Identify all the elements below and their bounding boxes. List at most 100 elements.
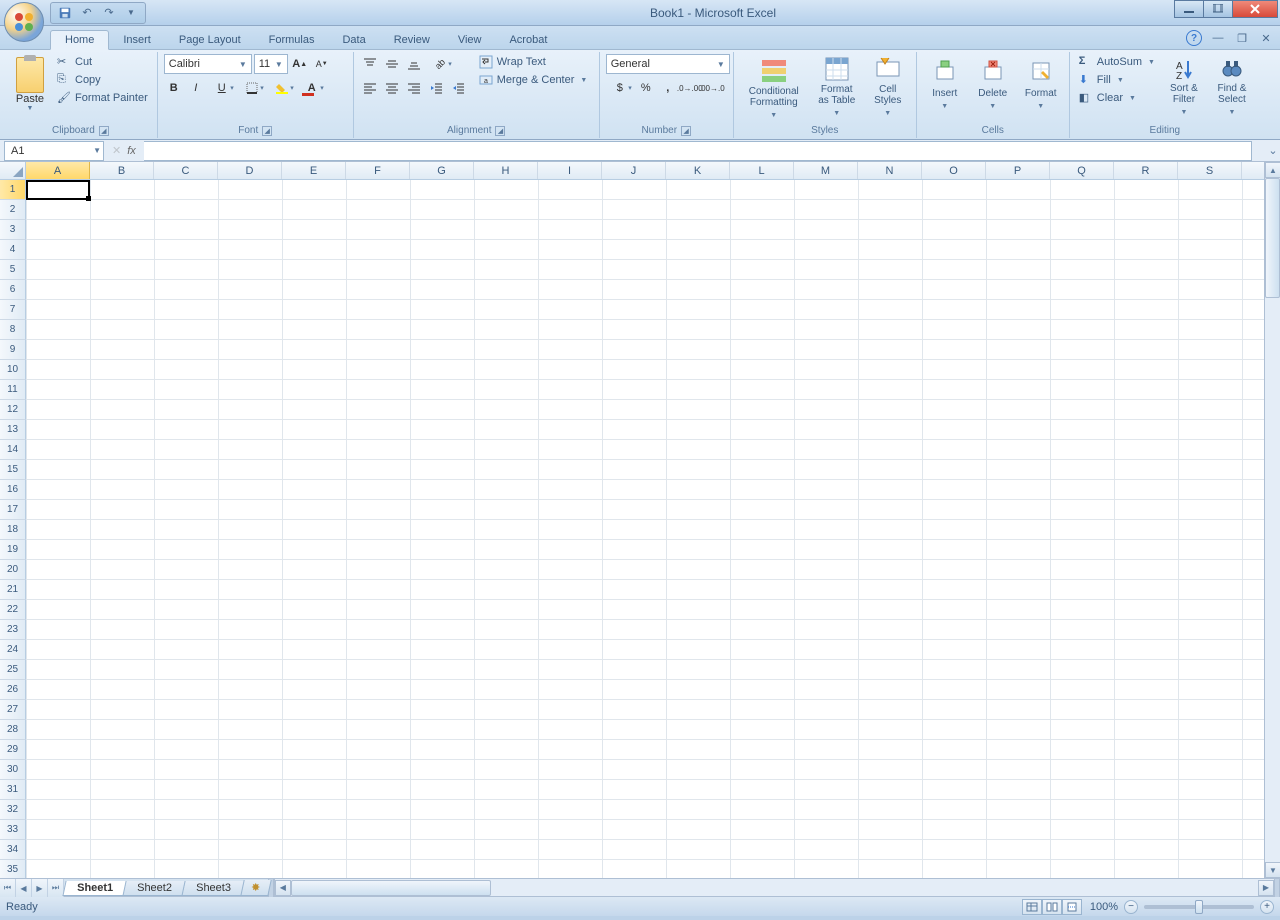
- cut-button[interactable]: ✂Cut: [54, 54, 151, 70]
- comma-button[interactable]: ,: [658, 78, 678, 98]
- scroll-up-icon[interactable]: ▲: [1265, 162, 1280, 178]
- formula-bar-expand-icon[interactable]: ⌄: [1266, 144, 1280, 157]
- zoom-slider[interactable]: [1144, 905, 1254, 909]
- row-cells[interactable]: [26, 720, 1264, 740]
- tab-page-layout[interactable]: Page Layout: [165, 31, 255, 49]
- doc-close-icon[interactable]: ✕: [1258, 30, 1274, 46]
- column-header[interactable]: B: [90, 162, 154, 179]
- row-header[interactable]: 31: [0, 780, 26, 800]
- save-icon[interactable]: [57, 5, 73, 21]
- row-header[interactable]: 22: [0, 600, 26, 620]
- tab-home[interactable]: Home: [50, 30, 109, 50]
- italic-button[interactable]: I: [186, 78, 206, 98]
- column-header[interactable]: I: [538, 162, 602, 179]
- page-break-view-button[interactable]: [1062, 899, 1082, 915]
- formula-input[interactable]: [144, 141, 1252, 161]
- tab-review[interactable]: Review: [380, 31, 444, 49]
- sheet-tab[interactable]: Sheet2: [122, 881, 186, 896]
- row-header[interactable]: 13: [0, 420, 26, 440]
- row-header[interactable]: 17: [0, 500, 26, 520]
- row-cells[interactable]: [26, 560, 1264, 580]
- autosum-button[interactable]: ΣAutoSum▼: [1076, 54, 1158, 70]
- row-header[interactable]: 11: [0, 380, 26, 400]
- row-header[interactable]: 25: [0, 660, 26, 680]
- fill-color-button[interactable]: [268, 78, 296, 98]
- doc-minimize-icon[interactable]: —: [1210, 30, 1226, 46]
- doc-restore-icon[interactable]: ❐: [1234, 30, 1250, 46]
- new-sheet-button[interactable]: ✸: [240, 880, 271, 896]
- align-top-button[interactable]: [360, 54, 380, 74]
- row-cells[interactable]: [26, 360, 1264, 380]
- qat-dropdown-icon[interactable]: ▼: [123, 5, 139, 21]
- vertical-scrollbar[interactable]: ▲ ▼: [1264, 162, 1280, 878]
- row-cells[interactable]: [26, 300, 1264, 320]
- help-icon[interactable]: ?: [1186, 30, 1202, 46]
- alignment-dialog-launcher[interactable]: ◢: [495, 126, 505, 136]
- wrap-text-button[interactable]: Wrap Text: [476, 54, 591, 70]
- vscroll-thumb[interactable]: [1265, 178, 1280, 298]
- row-header[interactable]: 27: [0, 700, 26, 720]
- copy-button[interactable]: ⎘Copy: [54, 72, 151, 88]
- redo-icon[interactable]: ↷: [101, 5, 117, 21]
- row-header[interactable]: 2: [0, 200, 26, 220]
- format-cells-button[interactable]: Format▼: [1019, 54, 1063, 120]
- borders-button[interactable]: [238, 78, 266, 98]
- row-cells[interactable]: [26, 780, 1264, 800]
- row-header[interactable]: 18: [0, 520, 26, 540]
- hscroll-splitter[interactable]: [1274, 879, 1280, 897]
- row-cells[interactable]: [26, 620, 1264, 640]
- tab-data[interactable]: Data: [328, 31, 379, 49]
- clipboard-dialog-launcher[interactable]: ◢: [99, 126, 109, 136]
- column-header[interactable]: C: [154, 162, 218, 179]
- row-cells[interactable]: [26, 480, 1264, 500]
- row-cells[interactable]: [26, 280, 1264, 300]
- column-header[interactable]: N: [858, 162, 922, 179]
- horizontal-scrollbar[interactable]: ◀ ▶: [274, 879, 1274, 896]
- row-header[interactable]: 12: [0, 400, 26, 420]
- cell-styles-button[interactable]: Cell Styles▼: [866, 54, 910, 120]
- row-header[interactable]: 6: [0, 280, 26, 300]
- align-right-button[interactable]: [404, 78, 424, 98]
- row-header[interactable]: 33: [0, 820, 26, 840]
- row-cells[interactable]: [26, 800, 1264, 820]
- row-header[interactable]: 34: [0, 840, 26, 860]
- maximize-button[interactable]: [1203, 0, 1233, 18]
- bold-button[interactable]: B: [164, 78, 184, 98]
- tab-nav-first-icon[interactable]: ⏮: [0, 879, 16, 897]
- merge-center-button[interactable]: aMerge & Center▼: [476, 72, 591, 88]
- row-header[interactable]: 30: [0, 760, 26, 780]
- align-bottom-button[interactable]: [404, 54, 424, 74]
- format-painter-button[interactable]: 🖌Format Painter: [54, 90, 151, 106]
- row-header[interactable]: 14: [0, 440, 26, 460]
- paste-button[interactable]: Paste ▼: [10, 54, 50, 120]
- select-all-corner[interactable]: [0, 162, 26, 179]
- row-cells[interactable]: [26, 580, 1264, 600]
- row-header[interactable]: 7: [0, 300, 26, 320]
- insert-cells-button[interactable]: Insert▼: [923, 54, 967, 120]
- tab-nav-next-icon[interactable]: ▶: [32, 879, 48, 897]
- increase-decimal-button[interactable]: .0→.00: [680, 78, 700, 98]
- row-header[interactable]: 5: [0, 260, 26, 280]
- percent-button[interactable]: %: [636, 78, 656, 98]
- row-cells[interactable]: [26, 200, 1264, 220]
- fill-button[interactable]: ⬇Fill▼: [1076, 72, 1158, 88]
- font-name-combo[interactable]: Calibri▼: [164, 54, 252, 74]
- row-cells[interactable]: [26, 640, 1264, 660]
- align-middle-button[interactable]: [382, 54, 402, 74]
- delete-cells-button[interactable]: Delete▼: [971, 54, 1015, 120]
- fx-icon[interactable]: fx: [127, 145, 136, 157]
- undo-icon[interactable]: ↶: [79, 5, 95, 21]
- column-header[interactable]: R: [1114, 162, 1178, 179]
- row-cells[interactable]: [26, 260, 1264, 280]
- active-cell[interactable]: [26, 180, 90, 200]
- align-left-button[interactable]: [360, 78, 380, 98]
- zoom-level[interactable]: 100%: [1090, 901, 1118, 913]
- row-cells[interactable]: [26, 840, 1264, 860]
- orientation-button[interactable]: ab: [426, 54, 454, 74]
- increase-indent-button[interactable]: [448, 78, 468, 98]
- column-header[interactable]: G: [410, 162, 474, 179]
- row-cells[interactable]: [26, 820, 1264, 840]
- row-header[interactable]: 8: [0, 320, 26, 340]
- row-cells[interactable]: [26, 700, 1264, 720]
- row-area[interactable]: 1234567891011121314151617181920212223242…: [0, 180, 1264, 878]
